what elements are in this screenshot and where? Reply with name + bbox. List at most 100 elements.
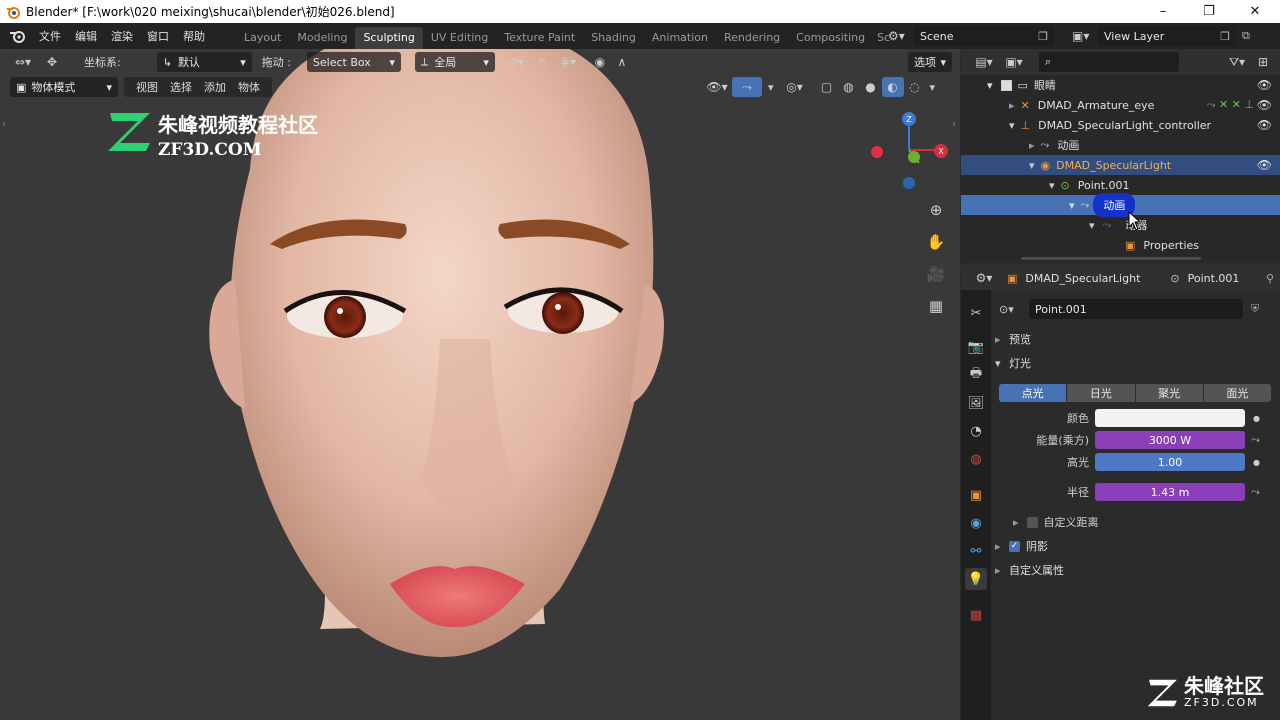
- tab-compositing[interactable]: Compositing: [788, 27, 873, 49]
- view-layer-tab-icon[interactable]: 🖼: [965, 392, 987, 414]
- panel-shadow-header[interactable]: ▸ ✓ 阴影: [995, 535, 1275, 557]
- render-tab-icon[interactable]: 📷: [965, 336, 987, 358]
- transform-tool-icon[interactable]: ⇔▾: [8, 52, 38, 72]
- physics-tab-icon[interactable]: ◉: [965, 512, 987, 534]
- display-mode-icon[interactable]: ▣▾: [999, 52, 1029, 72]
- eye-icon[interactable]: 👁: [1257, 98, 1272, 112]
- menu-add[interactable]: 添加: [198, 79, 232, 95]
- tab-sculpting[interactable]: Sculpting: [355, 27, 423, 49]
- outliner-scrollbar[interactable]: [1021, 257, 1201, 260]
- eye-icon[interactable]: 👁: [1257, 118, 1272, 132]
- overlays-icon[interactable]: ◎▾: [780, 77, 810, 97]
- checkbox-icon[interactable]: [1000, 79, 1012, 91]
- light-data-tab-icon[interactable]: 💡: [965, 568, 987, 590]
- snap-increment-icon[interactable]: ⋕▾: [553, 52, 583, 72]
- copy-view-layer-icon[interactable]: ❐: [1220, 30, 1230, 43]
- scene-tab-icon[interactable]: ◔: [965, 420, 987, 442]
- move-gizmo-icon[interactable]: ✥: [38, 52, 66, 72]
- copy-scene-icon[interactable]: ❐: [1038, 30, 1048, 43]
- outliner-row-point-light[interactable]: ▾ ⊙ Point.001: [961, 175, 1280, 195]
- keyframe-dot-icon[interactable]: ●: [1253, 414, 1260, 423]
- remove-view-layer-icon[interactable]: ⧉: [1242, 29, 1250, 43]
- panel-preview-header[interactable]: ▸ 预览: [995, 328, 1275, 350]
- filter-icon[interactable]: ⛛▾: [1222, 52, 1252, 72]
- close-button[interactable]: ✕: [1232, 0, 1278, 23]
- outliner-row-properties[interactable]: ▣ Properties: [961, 235, 1280, 255]
- outliner-row-light-animation[interactable]: ▾ ⤳ 动画: [961, 193, 1280, 217]
- menu-help[interactable]: 帮助: [176, 28, 212, 44]
- driver-icon[interactable]: ⤳: [1251, 485, 1260, 499]
- falloff-curve-icon[interactable]: ∧: [611, 52, 633, 72]
- scene-selector[interactable]: Scene ❐: [914, 26, 1054, 46]
- tab-modeling[interactable]: Modeling: [289, 27, 355, 49]
- pan-hand-icon[interactable]: ✋: [925, 226, 947, 258]
- camera-view-icon[interactable]: 🎥: [925, 258, 947, 290]
- light-datablock-field[interactable]: Point.001: [1029, 299, 1243, 319]
- outliner-row-eyes[interactable]: ▾ ▭ 眼睛 👁: [961, 75, 1280, 95]
- outliner-row-controller[interactable]: ▾ ⊥ DMAD_SpecularLight_controller 👁: [961, 115, 1280, 135]
- solid-shading-icon[interactable]: ●: [860, 77, 882, 97]
- expand-arrow-icon[interactable]: ▸: [1009, 99, 1015, 112]
- material-shading-icon[interactable]: ◐: [881, 77, 904, 97]
- new-collection-icon[interactable]: ⊞: [1252, 52, 1274, 72]
- visibility-icon[interactable]: 👁▾: [702, 77, 732, 97]
- eye-icon[interactable]: 👁: [1257, 78, 1272, 92]
- shadow-checkbox[interactable]: ✓: [1009, 540, 1020, 552]
- tab-layout[interactable]: Layout: [236, 27, 289, 49]
- color-swatch[interactable]: [1095, 409, 1245, 427]
- radius-field[interactable]: 1.43 m: [1095, 483, 1245, 501]
- keyframe-dot-icon[interactable]: ●: [1253, 458, 1260, 467]
- output-tab-icon[interactable]: 🖶: [965, 364, 987, 386]
- specular-field[interactable]: 1.00: [1095, 453, 1245, 471]
- view-layer-selector[interactable]: View Layer ❐: [1098, 26, 1236, 46]
- gizmo-toggle-icon[interactable]: ⤳: [732, 77, 762, 97]
- view-layer-icon[interactable]: ▣▾: [1072, 29, 1098, 43]
- collapse-arrow-icon[interactable]: ▾: [1049, 179, 1055, 192]
- tab-shading[interactable]: Shading: [583, 27, 644, 49]
- wireframe-shading-icon[interactable]: ◍: [838, 77, 860, 97]
- menu-window[interactable]: 窗口: [140, 28, 176, 44]
- menu-object[interactable]: 物体: [232, 79, 266, 95]
- world-tab-icon[interactable]: ◍: [965, 448, 987, 470]
- panel-custom-props-header[interactable]: ▸ 自定义属性: [995, 559, 1275, 581]
- xray-icon[interactable]: ▢: [816, 77, 838, 97]
- outliner-search-input[interactable]: ⌕: [1039, 52, 1179, 72]
- tab-texture-paint[interactable]: Texture Paint: [496, 27, 583, 49]
- light-type-point-button[interactable]: 点光: [999, 384, 1067, 402]
- menu-file[interactable]: 文件: [32, 28, 68, 44]
- tool-tab-icon[interactable]: ✂: [965, 302, 987, 324]
- object-mode-dropdown[interactable]: ▣ 物体模式 ▾: [10, 77, 118, 97]
- chevron-down-icon[interactable]: ▾: [930, 81, 936, 94]
- chevron-down-icon[interactable]: ▾: [768, 81, 774, 94]
- pin-icon[interactable]: ⚲: [1266, 272, 1274, 285]
- outliner-row-animation[interactable]: ▸ ⤳ 动画: [961, 135, 1280, 155]
- expand-arrow-icon[interactable]: ▸: [1029, 139, 1035, 152]
- rendered-shading-icon[interactable]: ◌: [904, 77, 926, 97]
- outliner-row-armature[interactable]: ▸ ✕ DMAD_Armature_eye ⤳ ✕ ✕ ⊥ 👁: [961, 95, 1280, 115]
- transform-pivot-dropdown[interactable]: ⟂ 全局 ▾: [414, 52, 495, 72]
- menu-select[interactable]: 选择: [164, 79, 198, 95]
- light-type-area-button[interactable]: 面光: [1203, 384, 1271, 402]
- maximize-button[interactable]: ❐: [1186, 0, 1232, 23]
- menu-render[interactable]: 渲染: [104, 28, 140, 44]
- navigation-gizmo[interactable]: Z X: [866, 107, 956, 197]
- drag-mode-dropdown[interactable]: Select Box ▾: [306, 52, 401, 72]
- expand-arrow-icon[interactable]: ▸: [1013, 516, 1019, 529]
- tab-rendering[interactable]: Rendering: [716, 27, 788, 49]
- collapse-arrow-icon[interactable]: ▾: [987, 79, 993, 92]
- menu-edit[interactable]: 编辑: [68, 28, 104, 44]
- object-tab-icon[interactable]: ▣: [965, 484, 987, 506]
- light-type-icon[interactable]: ⊙▾: [999, 303, 1029, 316]
- collapse-arrow-icon[interactable]: ▾: [1029, 159, 1035, 172]
- minimize-button[interactable]: –: [1140, 0, 1186, 23]
- editor-type-icon[interactable]: ▤▾: [969, 52, 999, 72]
- tab-uv-editing[interactable]: UV Editing: [423, 27, 496, 49]
- scene-icon[interactable]: ⚙▾: [888, 29, 914, 43]
- fake-user-shield-icon[interactable]: ⛨: [1251, 302, 1259, 316]
- snap-target-icon[interactable]: ⊙▾: [501, 52, 531, 72]
- outliner-row-drivers[interactable]: ▾ ⤳ 动器: [961, 215, 1280, 235]
- toolbar-toggle-icon[interactable]: ›: [2, 119, 6, 130]
- custom-distance-checkbox[interactable]: [1026, 516, 1038, 528]
- light-type-spot-button[interactable]: 聚光: [1135, 384, 1203, 402]
- proportional-edit-icon[interactable]: ◉: [589, 52, 611, 72]
